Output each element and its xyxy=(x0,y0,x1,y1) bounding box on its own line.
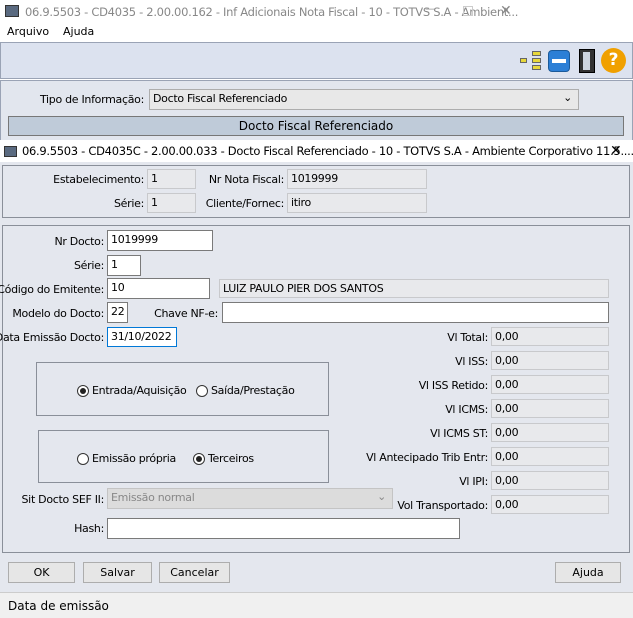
tipo-operacao-group: Entrada/Aquisição Saída/Prestação xyxy=(36,362,329,416)
ajuda-button[interactable]: Ajuda xyxy=(555,562,621,583)
cancelar-button[interactable]: Cancelar xyxy=(159,562,230,583)
minimize-button[interactable]: — xyxy=(425,2,436,15)
emissao-group: Emissão própria Terceiros xyxy=(38,430,329,483)
button-bar: OK Salvar Cancelar Ajuda xyxy=(0,555,633,589)
radio-button[interactable] xyxy=(77,384,89,397)
nr-docto-label: Nr Docto: xyxy=(54,235,104,248)
value-field: 0,00 xyxy=(491,351,609,370)
value-label: Vl ISS: xyxy=(455,355,488,368)
emitente-label: Código do Emitente: xyxy=(0,283,104,296)
chevron-down-icon: ⌄ xyxy=(377,490,386,503)
serie-label: Série: xyxy=(73,259,104,272)
cliente-label: Cliente/Fornec: xyxy=(205,197,285,210)
menu-ajuda[interactable]: Ajuda xyxy=(63,25,94,38)
close-button[interactable]: ✕ xyxy=(500,3,512,19)
chevron-down-icon: ⌄ xyxy=(563,91,572,104)
radio-entrada[interactable]: Entrada/Aquisição xyxy=(77,384,187,397)
tipo-combobox[interactable]: Docto Fiscal Referenciado ⌄ xyxy=(149,89,579,110)
ok-button[interactable]: OK xyxy=(8,562,75,583)
value-label: Vl ISS Retido: xyxy=(418,379,489,392)
radio-terceiros[interactable]: Terceiros xyxy=(193,452,254,465)
hash-input[interactable] xyxy=(107,518,460,539)
value-field: 0,00 xyxy=(491,471,609,490)
toolbar: ? xyxy=(0,42,633,79)
header-group: Estabelecimento: 1 Nr Nota Fiscal: 10199… xyxy=(2,165,630,218)
tipo-label: Tipo de Informação: xyxy=(39,93,144,106)
value-field: 0,00 xyxy=(491,399,609,418)
nr-nota-field: 1019999 xyxy=(287,169,427,189)
form-group: Nr Docto: 1019999 Série: 1 Código do Emi… xyxy=(0,225,630,553)
cliente-field: itiro xyxy=(287,193,427,213)
value-field: 0,00 xyxy=(491,495,609,514)
value-label: Vl Antecipado Trib Entr: xyxy=(366,451,488,464)
estabelecimento-field: 1 xyxy=(147,169,196,189)
modelo-label: Modelo do Docto: xyxy=(12,307,104,320)
maximize-button[interactable] xyxy=(463,6,473,16)
status-text: Data de emissão xyxy=(8,599,109,613)
dialog-title-bar: 06.9.5503 - CD4035C - 2.00.00.033 - Doct… xyxy=(0,140,633,162)
menu-arquivo[interactable]: Arquivo xyxy=(7,25,49,38)
serie-input[interactable]: 1 xyxy=(107,255,141,276)
value-label: Vl IPI: xyxy=(459,475,488,488)
header-serie-label: Série: xyxy=(113,197,144,210)
estabelecimento-label: Estabelecimento: xyxy=(53,173,144,186)
nr-docto-input[interactable]: 1019999 xyxy=(107,230,213,251)
radio-button[interactable] xyxy=(196,384,208,397)
app-icon xyxy=(5,5,19,17)
value-label: Vl ICMS ST: xyxy=(430,427,488,440)
value-field: 0,00 xyxy=(491,423,609,442)
value-field: 0,00 xyxy=(491,327,609,346)
value-field: 0,00 xyxy=(491,375,609,394)
section-header: Docto Fiscal Referenciado xyxy=(8,116,624,136)
sit-label: Sit Docto SEF II: xyxy=(21,493,105,506)
nr-nota-label: Nr Nota Fiscal: xyxy=(208,173,284,186)
chave-label: Chave NF-e: xyxy=(154,307,218,320)
menu-bar: Arquivo Ajuda xyxy=(0,24,633,41)
radio-emissao-propria[interactable]: Emissão própria xyxy=(77,452,176,465)
dialog-app-icon xyxy=(4,146,17,157)
data-label: Data Emissão Docto: xyxy=(0,331,104,344)
dialog-close-button[interactable]: ✕ xyxy=(610,143,622,159)
print-icon[interactable] xyxy=(548,50,570,72)
help-icon[interactable]: ? xyxy=(601,48,626,73)
status-bar: Data de emissão xyxy=(0,592,633,618)
exit-door-icon[interactable] xyxy=(579,49,595,73)
dialog-title: 06.9.5503 - CD4035C - 2.00.00.033 - Doct… xyxy=(22,144,633,158)
main-window-title: 06.9.5503 - CD4035 - 2.00.00.162 - Inf A… xyxy=(25,5,519,19)
tree-icon[interactable] xyxy=(520,51,542,71)
value-label: Vol Transportado: xyxy=(397,499,488,512)
value-label: Vl Total: xyxy=(447,331,488,344)
data-input[interactable]: 31/10/2022 xyxy=(107,327,177,347)
radio-button[interactable] xyxy=(77,452,89,465)
header-serie-field: 1 xyxy=(147,193,196,213)
chave-input[interactable] xyxy=(222,302,609,323)
hash-label: Hash: xyxy=(74,522,104,535)
dialog: 06.9.5503 - CD4035C - 2.00.00.033 - Doct… xyxy=(0,140,633,618)
radio-saida[interactable]: Saída/Prestação xyxy=(196,384,295,397)
main-panel: Tipo de Informação: Docto Fiscal Referen… xyxy=(0,80,633,142)
emitente-input[interactable]: 10 xyxy=(107,278,210,299)
radio-button[interactable] xyxy=(193,452,205,465)
emitente-nome-field: LUIZ PAULO PIER DOS SANTOS xyxy=(219,279,609,298)
sit-combobox[interactable]: Emissão normal ⌄ xyxy=(107,488,393,509)
modelo-input[interactable]: 22 xyxy=(107,302,128,323)
salvar-button[interactable]: Salvar xyxy=(83,562,152,583)
value-field: 0,00 xyxy=(491,447,609,466)
value-label: Vl ICMS: xyxy=(445,403,488,416)
main-title-bar: 06.9.5503 - CD4035 - 2.00.00.162 - Inf A… xyxy=(0,0,633,24)
